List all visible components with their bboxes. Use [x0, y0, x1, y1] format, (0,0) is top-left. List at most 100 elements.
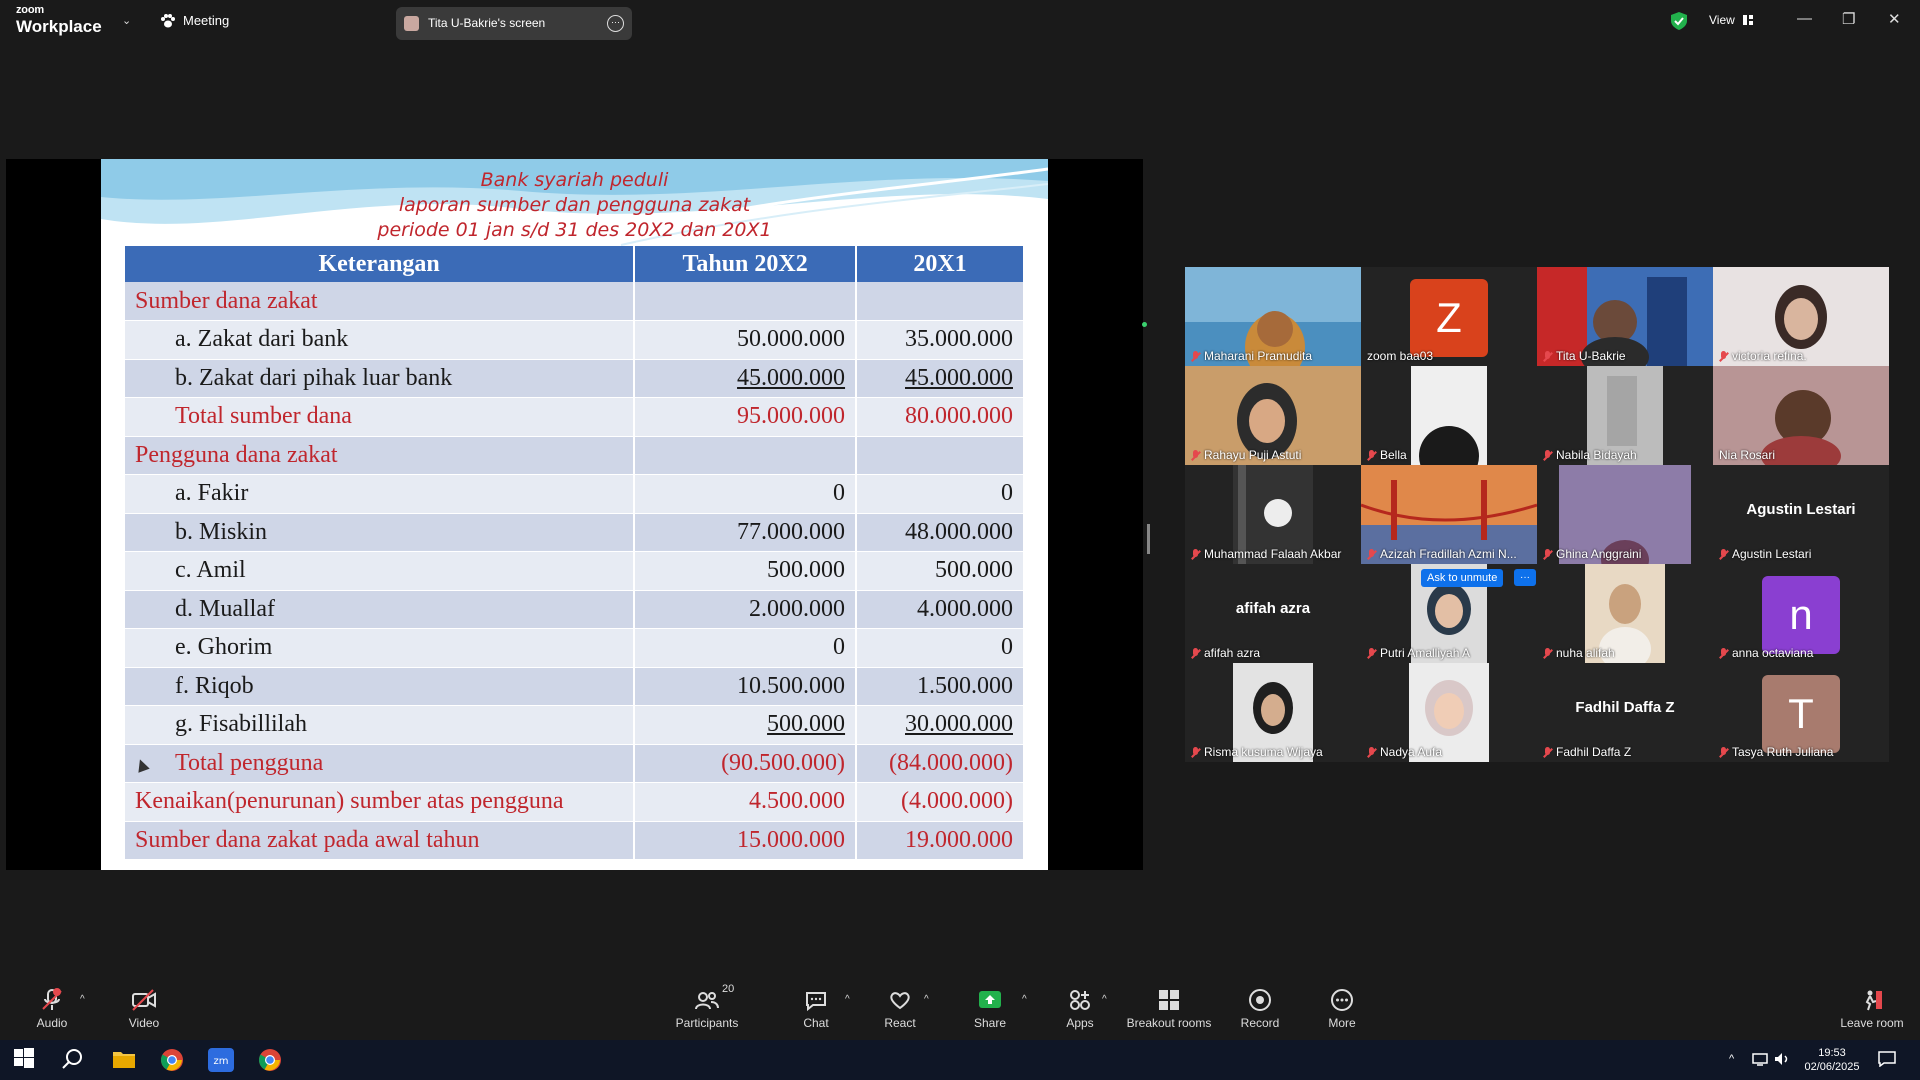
ask-to-unmute-button[interactable]: Ask to unmute — [1421, 569, 1504, 587]
chrome-icon[interactable] — [160, 1048, 184, 1072]
mic-muted-icon — [1543, 647, 1552, 659]
row-label: Total sumber dana — [125, 397, 636, 437]
react-options-caret[interactable]: ^ — [924, 994, 929, 1005]
table-row: c. Amil 500.000 500.000 — [125, 551, 1025, 591]
video-button[interactable]: Video — [122, 988, 166, 1030]
participant-name-text: Putri Amalliyah A — [1380, 646, 1471, 660]
header-20x1: 20X1 — [856, 246, 1025, 282]
shared-screen[interactable]: Bank syariah peduli laporan sumber dan p… — [6, 159, 1147, 870]
participant-tile[interactable]: Rahayu Puji Astuti — [1185, 366, 1361, 465]
participant-tile[interactable]: Nadya Aufa — [1361, 663, 1537, 762]
row-v1: 500.000 — [634, 551, 858, 591]
participant-tile[interactable]: nuha alifah — [1537, 564, 1713, 663]
zoom-app-icon[interactable]: zm — [208, 1048, 234, 1072]
share-label: Share — [973, 1016, 1007, 1030]
participant-name-text: afifah azra — [1204, 646, 1261, 660]
table-row: Sumber dana zakat pada awal tahun 15.000.… — [125, 821, 1025, 860]
breakout-rooms-icon — [1159, 990, 1179, 1010]
row-v1: 95.000.000 — [634, 397, 858, 437]
participant-name: Maharani Pramudita — [1191, 349, 1312, 363]
participant-name: Nia Rosari — [1719, 448, 1775, 462]
participant-tile[interactable]: victoria refina. — [1713, 267, 1889, 366]
participant-tile[interactable]: Maharani Pramudita — [1185, 267, 1361, 366]
mic-muted-icon — [1543, 449, 1552, 461]
participant-tile[interactable]: n anna octaviana — [1713, 564, 1889, 663]
participant-tile[interactable]: T Tasya Ruth Juliana — [1713, 663, 1889, 762]
meeting-menu[interactable]: Meeting — [160, 13, 229, 28]
row-label: a. Zakat dari bank — [125, 320, 636, 360]
participant-tile[interactable]: Ghina Anggraini — [1537, 465, 1713, 564]
leave-room-button[interactable]: Leave room — [1838, 988, 1906, 1030]
chrome-active-icon[interactable] — [258, 1048, 282, 1072]
avatar: Z — [1410, 279, 1488, 357]
participant-tile[interactable]: afifah azra afifah azra — [1185, 564, 1361, 663]
table-row: b. Zakat dari pihak luar bank 45.000.000 4… — [125, 359, 1025, 398]
row-label: b. Zakat dari pihak luar bank — [125, 359, 636, 398]
header-20x2: Tahun 20X2 — [634, 246, 858, 282]
table-row: g. Fisabillilah 500.000 30.000.000 — [125, 705, 1025, 745]
windows-start-icon[interactable] — [14, 1048, 34, 1068]
more-icon[interactable]: ··· — [607, 15, 624, 32]
row-v2: 35.000.000 — [856, 320, 1025, 360]
more-button[interactable]: More — [1322, 988, 1362, 1030]
row-label: e. Ghorim — [125, 628, 636, 668]
participant-tile[interactable]: Nia Rosari — [1713, 366, 1889, 465]
volume-icon[interactable] — [1774, 1052, 1790, 1066]
apps-button[interactable]: Apps — [1060, 988, 1100, 1030]
participant-name-text: victoria refina. — [1732, 349, 1807, 363]
share-button[interactable]: Share — [970, 988, 1010, 1030]
close-icon[interactable]: ✕ — [1888, 10, 1901, 28]
meeting-toolbar: Audio ^ Video Participants 20 Chat ^ Rea… — [0, 980, 1920, 1040]
record-button[interactable]: Record — [1238, 988, 1282, 1030]
participant-tile[interactable]: Agustin Lestari Agustin Lestari — [1713, 465, 1889, 564]
participant-name-text: Nabila Bidayah — [1556, 448, 1637, 462]
more-icon — [1331, 989, 1353, 1011]
participant-name: Nabila Bidayah — [1543, 448, 1637, 462]
mic-muted-icon — [1367, 548, 1376, 560]
participant-name-text: Tasya Ruth Juliana — [1732, 745, 1834, 759]
chevron-down-icon[interactable]: ⌄ — [122, 14, 131, 27]
notifications-icon[interactable] — [1878, 1051, 1896, 1067]
chevron-up-icon[interactable]: ^ — [1729, 1052, 1734, 1066]
participant-tile[interactable]: Fadhil Daffa Z Fadhil Daffa Z — [1537, 663, 1713, 762]
row-v1: 0 — [634, 474, 858, 514]
shield-check-icon[interactable] — [1671, 12, 1687, 30]
minimize-icon[interactable]: — — [1797, 10, 1812, 27]
apps-options-caret[interactable]: ^ — [1102, 994, 1107, 1005]
share-pill[interactable]: Tita U-Bakrie's screen ··· — [396, 7, 632, 40]
participant-tile[interactable]: Nabila Bidayah — [1537, 366, 1713, 465]
resize-handle[interactable] — [1147, 524, 1150, 554]
participant-name: Bella — [1367, 448, 1407, 462]
breakout-rooms-button[interactable]: Breakout rooms — [1126, 988, 1212, 1030]
tile-more-button[interactable]: ··· — [1514, 569, 1536, 586]
audio-options-caret[interactable]: ^ — [80, 994, 85, 1005]
participant-gallery: Maharani Pramudita Z zoom baa03 Tita U-B… — [1185, 267, 1889, 762]
participant-name-text: Maharani Pramudita — [1204, 349, 1313, 363]
participant-tile[interactable]: Muhammad Falaah Akbar — [1185, 465, 1361, 564]
participant-name: anna octaviana — [1719, 646, 1813, 660]
table-row: b. Miskin 77.000.000 48.000.000 — [125, 513, 1025, 552]
audio-button[interactable]: Audio — [30, 988, 74, 1030]
participant-name: Rahayu Puji Astuti — [1191, 448, 1301, 462]
file-explorer-icon[interactable] — [112, 1048, 136, 1070]
participant-tile[interactable]: Z zoom baa03 — [1361, 267, 1537, 366]
search-icon[interactable] — [62, 1048, 84, 1070]
participant-tile[interactable]: Bella — [1361, 366, 1537, 465]
chat-button[interactable]: Chat — [796, 988, 836, 1030]
participant-name: Putri Amalliyah A — [1367, 646, 1470, 660]
chat-options-caret[interactable]: ^ — [845, 994, 850, 1005]
react-button[interactable]: React — [880, 988, 920, 1030]
row-v2: (4.000.000) — [856, 782, 1025, 822]
row-v2: 1.500.000 — [856, 667, 1025, 706]
participant-name-text: Ghina Anggraini — [1556, 547, 1642, 561]
participant-tile-active[interactable]: Tita U-Bakrie — [1537, 267, 1713, 366]
share-options-caret[interactable]: ^ — [1022, 994, 1027, 1005]
network-icon[interactable] — [1752, 1052, 1768, 1066]
restore-icon[interactable]: ❐ — [1842, 10, 1855, 28]
participant-name-text: Bella — [1380, 448, 1407, 462]
participant-tile[interactable]: Azizah Fradillah Azmi N... — [1361, 465, 1537, 564]
participant-name: Azizah Fradillah Azmi N... — [1367, 547, 1517, 561]
clock[interactable]: 19:53 02/06/2025 — [1800, 1046, 1864, 1074]
participant-tile[interactable]: Risma kusuma Wijaya — [1185, 663, 1361, 762]
view-menu[interactable]: View — [1709, 13, 1753, 27]
